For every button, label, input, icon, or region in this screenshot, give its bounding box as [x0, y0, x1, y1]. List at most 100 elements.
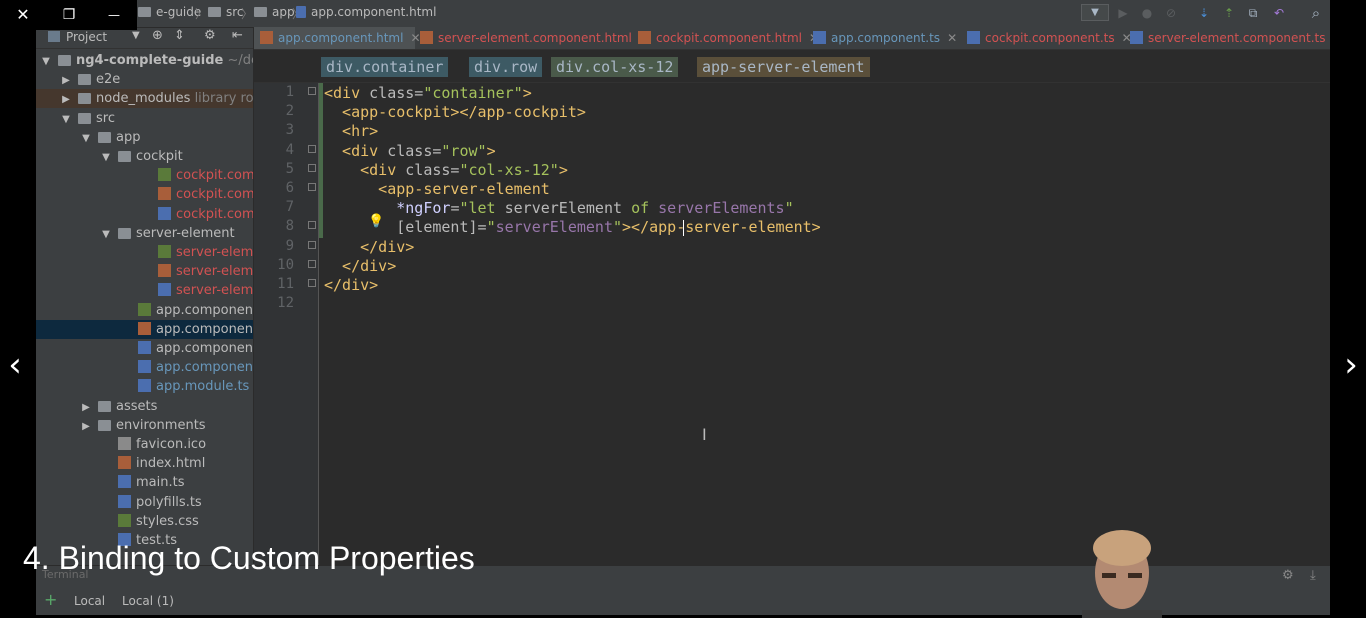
code-token: <app-server-element: [324, 180, 550, 198]
scroll-from-source-icon[interactable]: ⊕: [152, 28, 163, 43]
expand-arrow-icon[interactable]: ▼: [100, 225, 112, 244]
fold-marker-icon[interactable]: [308, 87, 316, 95]
tag-breadcrumb-item[interactable]: div.container: [321, 57, 449, 77]
css-file-icon: [118, 513, 131, 527]
code-token: >: [486, 141, 496, 160]
tree-item-label: index.html: [136, 456, 206, 472]
tree-item[interactable]: app.component.sp: [36, 339, 253, 358]
tree-item[interactable]: server-element.: [36, 281, 253, 300]
project-tree: ▼ ng4-complete-guide ~/dev ▶ e2e ▶ node_modul…: [36, 49, 253, 569]
hide-panel-icon[interactable]: ⇤: [232, 28, 243, 43]
tree-item[interactable]: ▶ assets: [36, 397, 253, 416]
revert-icon[interactable]: ↶: [1271, 5, 1287, 21]
tag-breadcrumb-item[interactable]: div.row: [469, 57, 543, 77]
previous-slide-icon[interactable]: ‹: [0, 345, 30, 385]
tree-item[interactable]: polyfills.ts: [36, 493, 253, 512]
minimize-icon[interactable]: —: [104, 5, 124, 25]
collapse-all-icon[interactable]: ⇕: [174, 28, 185, 43]
chevron-down-icon[interactable]: ▼: [132, 30, 140, 41]
debug-icon[interactable]: ●: [1139, 5, 1155, 21]
close-tab-icon[interactable]: ✕: [947, 31, 957, 45]
fold-marker-icon[interactable]: [308, 144, 316, 153]
terminal-tab-local[interactable]: Local: [74, 594, 105, 608]
css-file-icon: [158, 245, 171, 258]
tree-item[interactable]: ▼ src: [36, 109, 253, 128]
editor-tab-label: server-element.component.ts: [1148, 31, 1326, 45]
tree-item[interactable]: ▶ environments: [36, 416, 253, 435]
tree-item[interactable]: favicon.ico: [36, 435, 253, 454]
expand-arrow-icon[interactable]: ▼: [40, 52, 52, 71]
code-token: "container": [423, 84, 523, 102]
tree-item[interactable]: cockpit.compo: [36, 205, 253, 224]
gear-icon[interactable]: ⚙: [1282, 568, 1294, 583]
vcs-compare-icon[interactable]: ⧉: [1245, 5, 1261, 21]
fold-marker-icon[interactable]: [308, 240, 316, 249]
tree-item[interactable]: ▼ cockpit: [36, 147, 253, 166]
add-terminal-icon[interactable]: +: [44, 590, 57, 609]
tag-breadcrumb-item[interactable]: div.col-xs-12: [551, 57, 679, 77]
stop-icon[interactable]: ⊘: [1163, 5, 1179, 21]
breadcrumb-separator: 〉: [241, 7, 254, 21]
editor-tab[interactable]: cockpit.component.html✕: [632, 27, 819, 49]
fold-marker-icon[interactable]: [308, 279, 316, 287]
breadcrumb-src[interactable]: src: [208, 5, 244, 19]
fold-marker-icon[interactable]: [308, 221, 316, 230]
code-editor[interactable]: 💡 I <div class="container"> <app-cockpit…: [319, 83, 1319, 563]
tree-item[interactable]: app.module.ts: [36, 377, 253, 396]
tree-item[interactable]: ▼ server-element: [36, 224, 253, 243]
tree-item[interactable]: ▶ e2e: [36, 70, 253, 89]
editor-tab[interactable]: server-element.component.ts✕: [1124, 27, 1330, 49]
breadcrumb-project[interactable]: e-guide: [138, 5, 201, 19]
expand-arrow-icon[interactable]: ▼: [60, 110, 72, 129]
editor-tab[interactable]: app.component.html ✕: [254, 27, 421, 49]
run-config-dropdown[interactable]: ▼: [1081, 4, 1109, 21]
breadcrumb-file[interactable]: app.component.html: [296, 5, 436, 19]
next-slide-icon[interactable]: ›: [1336, 345, 1366, 385]
restore-icon[interactable]: ❐: [59, 5, 79, 25]
tree-item-label: app.component.cs: [156, 302, 253, 318]
collapse-arrow-icon[interactable]: ▶: [80, 398, 92, 417]
tree-item[interactable]: server-element.: [36, 243, 253, 262]
tree-item[interactable]: server-element.: [36, 262, 253, 281]
tree-item[interactable]: cockpit.compo: [36, 185, 253, 204]
tree-item[interactable]: app.component.ts: [36, 358, 253, 377]
line-number: 11: [277, 276, 294, 292]
gear-icon[interactable]: ⚙: [204, 28, 216, 43]
presenter-webcam: [1082, 530, 1162, 618]
breadcrumb-app[interactable]: app: [254, 5, 295, 19]
tree-item[interactable]: index.html: [36, 454, 253, 473]
search-icon[interactable]: ⌕: [1308, 5, 1324, 21]
tree-item[interactable]: ▼ ng4-complete-guide ~/dev: [36, 51, 253, 70]
ts-file-icon: [967, 31, 980, 44]
editor-tab[interactable]: app.component.ts ✕: [807, 27, 963, 49]
tree-item[interactable]: ▶ node_modules library roo: [36, 89, 253, 109]
tree-item[interactable]: app.component.ht: [36, 319, 253, 339]
css-file-icon: [138, 302, 151, 316]
collapse-arrow-icon[interactable]: ▶: [60, 71, 72, 90]
expand-arrow-icon[interactable]: ▼: [80, 129, 92, 148]
ts-file-icon: [158, 283, 171, 297]
collapse-arrow-icon[interactable]: ▶: [60, 90, 72, 109]
tree-item[interactable]: cockpit.compon: [36, 166, 253, 185]
tree-item[interactable]: styles.css: [36, 512, 253, 531]
tree-item-label: app.component.ts: [156, 360, 253, 376]
fold-marker-icon[interactable]: [308, 183, 316, 191]
terminal-tab-local-1[interactable]: Local (1): [122, 594, 174, 608]
tree-item[interactable]: ▼ app: [36, 128, 253, 147]
tag-breadcrumb-item[interactable]: app-server-element: [697, 57, 870, 77]
hide-panel-icon[interactable]: ⤓: [1310, 568, 1316, 583]
project-view-title[interactable]: Project: [66, 30, 107, 44]
collapse-arrow-icon[interactable]: ▶: [80, 417, 92, 436]
run-icon[interactable]: ▶: [1115, 5, 1131, 21]
fold-marker-icon[interactable]: [308, 259, 316, 268]
expand-arrow-icon[interactable]: ▼: [100, 148, 112, 167]
editor-tab[interactable]: cockpit.component.ts ✕: [961, 27, 1132, 49]
vcs-update-icon[interactable]: ⇣: [1196, 5, 1212, 21]
close-icon[interactable]: ✕: [13, 5, 33, 25]
editor-tab[interactable]: server-element.component.html✕: [414, 27, 649, 49]
vcs-commit-icon[interactable]: ⇡: [1221, 5, 1237, 21]
fold-marker-icon[interactable]: [308, 163, 316, 172]
tree-item[interactable]: app.component.cs: [36, 301, 253, 320]
tree-item[interactable]: main.ts: [36, 473, 253, 492]
folder-file-icon: [98, 400, 111, 412]
